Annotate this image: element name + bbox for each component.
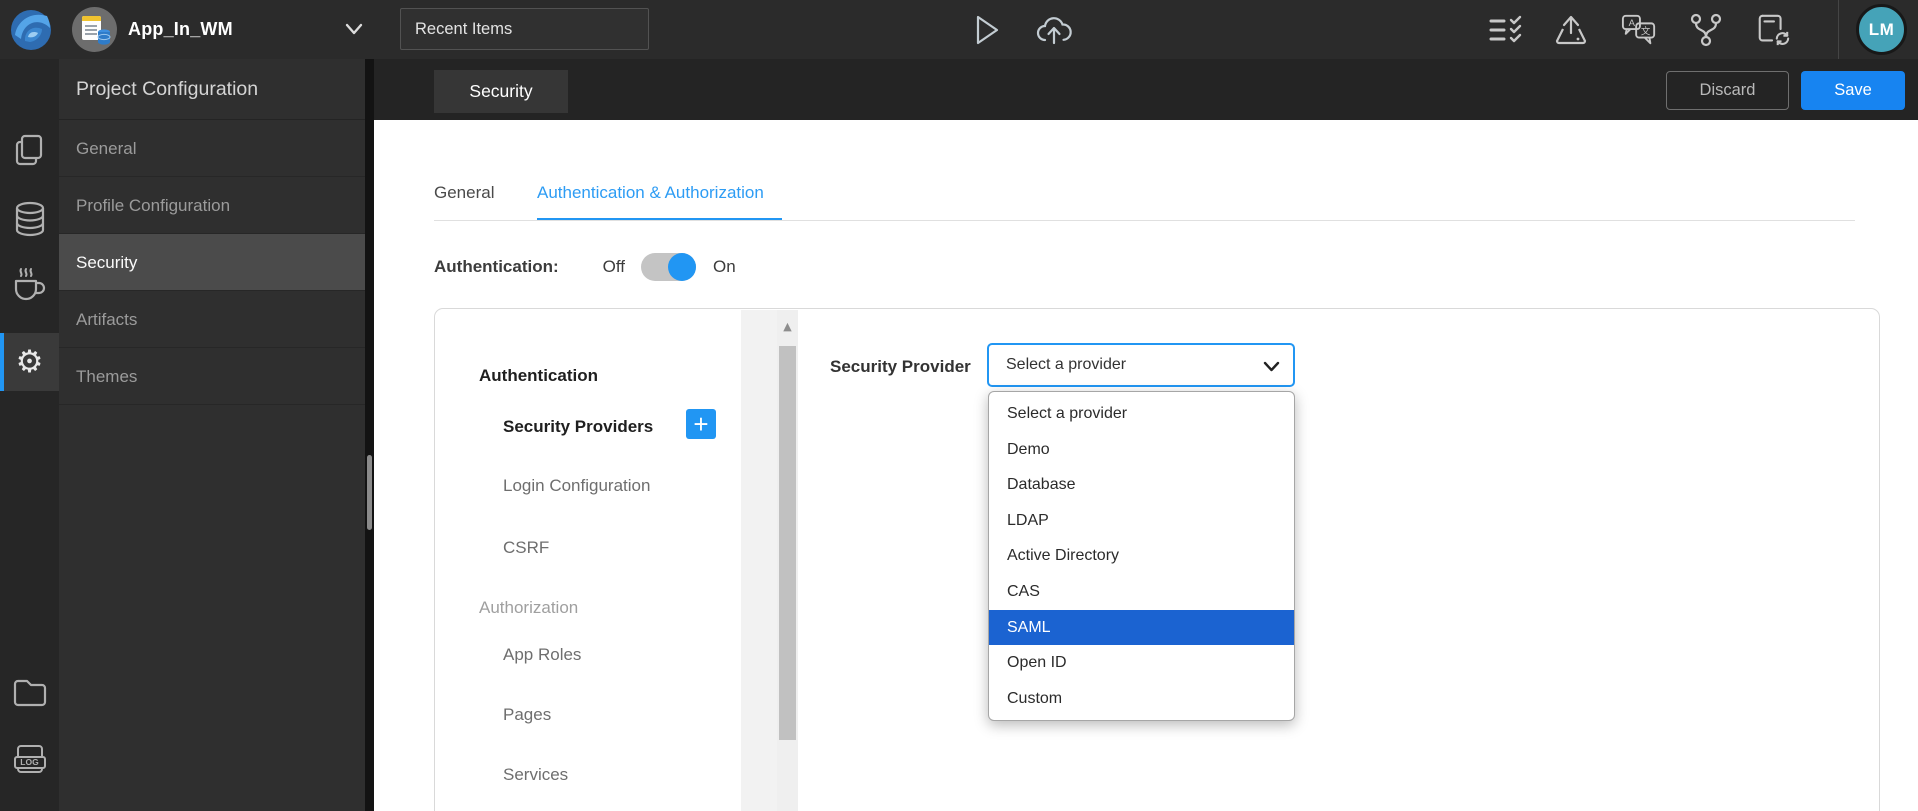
wavemaker-logo-icon[interactable]: [9, 7, 54, 52]
option-select-a-provider[interactable]: Select a provider: [989, 396, 1294, 432]
select-chevron-down-icon: [1263, 361, 1280, 372]
sidebar-item-profile-configuration[interactable]: Profile Configuration: [59, 177, 365, 234]
java-services-nav-icon[interactable]: [0, 255, 59, 313]
tab-authentication-authorization[interactable]: Authentication & Authorization: [537, 183, 764, 203]
page-header: Security Discard Save: [374, 59, 1918, 120]
option-database[interactable]: Database: [989, 467, 1294, 503]
checklist-icon[interactable]: [1488, 12, 1524, 48]
subnav-item-services[interactable]: Services: [503, 765, 568, 785]
main-content: General Authentication & Authorization A…: [374, 120, 1918, 811]
app-root: App_In_WM Recent Items: [0, 0, 1918, 811]
changelog-sync-icon[interactable]: [1755, 12, 1791, 48]
subnav-section-authorization: Authorization: [479, 598, 578, 618]
option-ldap[interactable]: LDAP: [989, 503, 1294, 539]
left-icon-rail: ⚙ LOG: [0, 59, 59, 811]
panel-scrollbar-thumb[interactable]: [367, 455, 372, 530]
panel-title: Project Configuration: [59, 59, 365, 120]
subnav-item-login-configuration[interactable]: Login Configuration: [503, 476, 650, 496]
option-custom[interactable]: Custom: [989, 681, 1294, 717]
preview-play-icon[interactable]: [969, 12, 1005, 48]
authentication-label: Authentication:: [434, 257, 559, 277]
topbar-divider: [1838, 0, 1839, 59]
svg-text:A: A: [1629, 18, 1636, 29]
cloud-upload-icon[interactable]: [1036, 12, 1072, 48]
authentication-switch[interactable]: [641, 253, 696, 281]
select-value: Select a provider: [1006, 356, 1126, 373]
folder-nav-icon[interactable]: [0, 663, 59, 721]
scroll-up-arrow-icon[interactable]: ▲: [777, 320, 798, 333]
save-button[interactable]: Save: [1801, 71, 1905, 110]
sidebar-item-themes[interactable]: Themes: [59, 348, 365, 405]
subnav-scrollbar-thumb[interactable]: [779, 346, 796, 740]
provider-dropdown-list: Select a provider Demo Database LDAP Act…: [988, 391, 1295, 721]
sidebar-item-general[interactable]: General: [59, 120, 365, 177]
option-open-id[interactable]: Open ID: [989, 645, 1294, 681]
log-nav-icon[interactable]: LOG: [0, 731, 59, 789]
panel-scroll-strip: [365, 59, 374, 811]
discard-button[interactable]: Discard: [1666, 71, 1789, 110]
project-avatar[interactable]: [72, 7, 117, 52]
tabs-divider: [434, 220, 1855, 221]
project-config-panel: Project Configuration General Profile Co…: [59, 59, 365, 811]
switch-knob: [668, 253, 696, 281]
database-nav-icon[interactable]: [0, 190, 59, 248]
option-active-directory[interactable]: Active Directory: [989, 538, 1294, 574]
subnav-item-pages[interactable]: Pages: [503, 705, 551, 725]
project-avatar-database-icon: [97, 29, 111, 46]
toggle-on-label: On: [713, 257, 736, 277]
chevron-down-icon[interactable]: [344, 22, 364, 36]
settings-nav-icon[interactable]: ⚙: [0, 333, 59, 391]
add-provider-button[interactable]: +: [686, 409, 716, 439]
option-saml[interactable]: SAML: [989, 610, 1294, 646]
user-avatar[interactable]: LM: [1856, 4, 1907, 55]
security-provider-select[interactable]: Select a provider: [987, 343, 1295, 387]
option-demo[interactable]: Demo: [989, 432, 1294, 468]
export-deploy-icon[interactable]: [1553, 12, 1589, 48]
tab-general[interactable]: General: [434, 183, 494, 203]
svg-text:文: 文: [1641, 25, 1651, 37]
option-cas[interactable]: CAS: [989, 574, 1294, 610]
subnav-item-csrf[interactable]: CSRF: [503, 538, 549, 558]
sidebar-item-security[interactable]: Security: [59, 234, 365, 291]
plus-icon: +: [693, 411, 708, 437]
subnav-section-authentication: Authentication: [479, 366, 598, 386]
subnav-item-app-roles[interactable]: App Roles: [503, 645, 581, 665]
subnav-scroll-gutter: ▲: [741, 310, 798, 811]
pages-nav-icon[interactable]: [0, 121, 59, 179]
toggle-off-label: Off: [603, 257, 625, 277]
security-provider-label: Security Provider: [830, 357, 971, 377]
subnav-item-security-providers[interactable]: Security Providers: [503, 417, 653, 437]
version-branch-icon[interactable]: [1688, 12, 1724, 48]
authentication-toggle-row: Authentication: Off On: [434, 252, 736, 282]
app-title: App_In_WM: [128, 0, 233, 59]
security-settings-card: Authentication Security Providers + Logi…: [434, 308, 1880, 811]
translate-icon[interactable]: A 文: [1621, 12, 1657, 48]
recent-items-input[interactable]: Recent Items: [400, 8, 649, 50]
sidebar-item-artifacts[interactable]: Artifacts: [59, 291, 365, 348]
page-title: Security: [434, 70, 568, 113]
top-bar: App_In_WM Recent Items: [0, 0, 1918, 59]
